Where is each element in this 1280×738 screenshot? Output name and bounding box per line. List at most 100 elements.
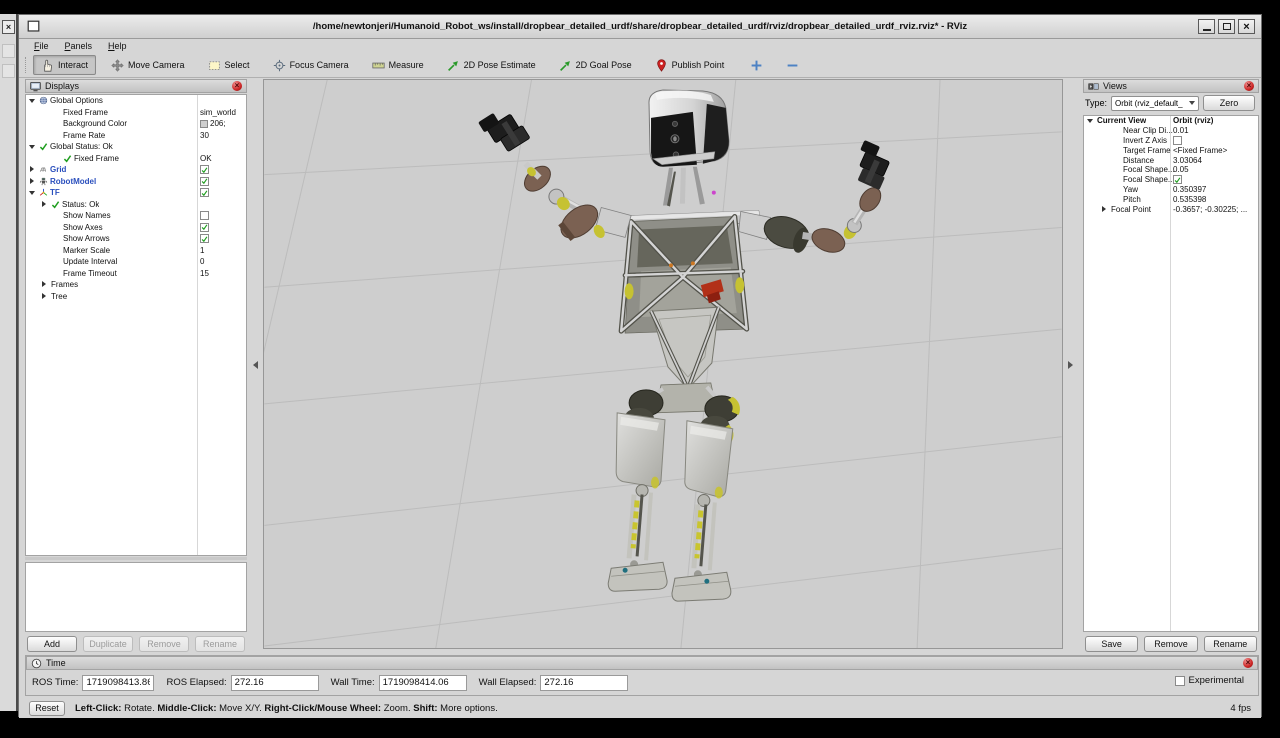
minimize-button[interactable]: [1198, 19, 1215, 34]
ruler-icon: [372, 59, 385, 72]
displays-close-icon[interactable]: ×: [232, 81, 242, 91]
checkbox[interactable]: [200, 177, 209, 186]
robot-icon: [39, 177, 48, 186]
tool-select[interactable]: Select: [200, 55, 258, 75]
close-button[interactable]: ×: [1238, 19, 1255, 34]
tree-row[interactable]: Global Options: [26, 95, 246, 107]
remove-tool-button[interactable]: [781, 55, 804, 75]
time-close-icon[interactable]: ×: [1243, 658, 1253, 668]
tool-move-camera[interactable]: Move Camera: [103, 55, 193, 75]
tree-row[interactable]: RobotModel: [26, 176, 246, 188]
time-field-input[interactable]: [540, 675, 628, 691]
zero-button[interactable]: Zero: [1203, 95, 1255, 111]
tool-2d-goal-pose[interactable]: 2D Goal Pose: [551, 55, 640, 75]
panel-splitter[interactable]: [25, 557, 247, 560]
checkbox[interactable]: [200, 234, 209, 243]
tree-row[interactable]: Frames: [26, 279, 246, 291]
tool-publish-point[interactable]: Publish Point: [647, 55, 733, 75]
menu-file[interactable]: File: [27, 41, 56, 51]
background-close-button[interactable]: ×: [2, 20, 15, 34]
checkbox[interactable]: [200, 211, 209, 220]
tree-row[interactable]: Distance3.03064: [1084, 155, 1258, 165]
tool-2d-pose-estimate[interactable]: 2D Pose Estimate: [439, 55, 544, 75]
add-tool-button[interactable]: [745, 55, 768, 75]
tree-row[interactable]: Update Interval0: [26, 256, 246, 268]
collapse-right-arrow-icon[interactable]: [1068, 361, 1073, 369]
tree-row[interactable]: Frame Timeout15: [26, 268, 246, 280]
view-type-dropdown[interactable]: Orbit (rviz_default_: [1111, 96, 1199, 111]
tree-row[interactable]: Pitch0.535398: [1084, 194, 1258, 204]
tree-row[interactable]: Grid: [26, 164, 246, 176]
views-panel-header[interactable]: Views ×: [1083, 79, 1259, 93]
checkbox[interactable]: [200, 165, 209, 174]
check-icon: [51, 200, 60, 209]
reset-button[interactable]: Reset: [29, 701, 65, 716]
row-value: 1: [200, 245, 244, 257]
time-field-input[interactable]: [379, 675, 467, 691]
remove-button[interactable]: Remove: [1144, 636, 1197, 652]
maximize-button[interactable]: [1218, 19, 1235, 34]
save-button[interactable]: Save: [1085, 636, 1138, 652]
menu-help[interactable]: Help: [101, 41, 134, 51]
tree-row[interactable]: Background Color206;: [26, 118, 246, 130]
tree-row[interactable]: Show Axes: [26, 222, 246, 234]
checkbox[interactable]: [1173, 175, 1182, 184]
views-close-icon[interactable]: ×: [1244, 81, 1254, 91]
tree-row[interactable]: Near Clip Di...0.01: [1084, 126, 1258, 136]
tree-row[interactable]: Marker Scale1: [26, 245, 246, 257]
displays-panel-header[interactable]: Displays ×: [25, 79, 247, 93]
expand-arrow-icon: [40, 280, 49, 289]
toolbar: Interact Move Camera Select Focus Camera Mea…: [19, 53, 1261, 78]
tree-row[interactable]: Fixed FrameOK: [26, 153, 246, 165]
tool-focus-camera[interactable]: Focus Camera: [265, 55, 357, 75]
tree-row[interactable]: Focal Shape...0.05: [1084, 165, 1258, 175]
tree-row[interactable]: Status: Ok: [26, 199, 246, 211]
tree-row[interactable]: Yaw0.350397: [1084, 185, 1258, 195]
experimental-checkbox[interactable]: [1175, 676, 1185, 686]
experimental-label: Experimental: [1189, 675, 1244, 686]
row-label: Show Axes: [63, 223, 103, 232]
tree-row[interactable]: Invert Z Axis: [1084, 136, 1258, 146]
checkbox[interactable]: [200, 223, 209, 232]
collapse-arrow-icon: [1086, 116, 1095, 125]
tree-row[interactable]: Global Status: Ok: [26, 141, 246, 153]
row-label: Invert Z Axis: [1123, 136, 1167, 145]
row-value: [200, 199, 244, 211]
collapse-left-arrow-icon[interactable]: [253, 361, 258, 369]
3d-viewport[interactable]: [263, 79, 1063, 649]
robot-model[interactable]: [478, 90, 896, 601]
views-buttons: Save Remove Rename: [1085, 636, 1257, 652]
check-icon: [201, 235, 208, 243]
time-panel-title: Time: [46, 658, 66, 668]
row-label: Near Clip Di...: [1123, 126, 1173, 135]
tree-row[interactable]: Show Arrows: [26, 233, 246, 245]
displays-tree: Global OptionsFixed Framesim_worldBackgr…: [25, 94, 247, 556]
tree-row[interactable]: Tree: [26, 291, 246, 303]
tree-row[interactable]: Current ViewOrbit (rviz): [1084, 116, 1258, 126]
row-value: [1173, 136, 1256, 146]
tree-row[interactable]: Fixed Framesim_world: [26, 107, 246, 119]
tool-interact[interactable]: Interact: [33, 55, 96, 75]
time-field-input[interactable]: [82, 675, 154, 691]
tree-row[interactable]: TF: [26, 187, 246, 199]
tree-row[interactable]: Show Names: [26, 210, 246, 222]
rename-button[interactable]: Rename: [1204, 636, 1257, 652]
tree-row[interactable]: Frame Rate30: [26, 130, 246, 142]
tree-row[interactable]: Focal Point-0.3657; -0.30225; ...: [1084, 204, 1258, 214]
tool-measure[interactable]: Measure: [364, 55, 432, 75]
row-value: [1173, 175, 1256, 185]
titlebar[interactable]: /home/newtonjeri/Humanoid_Robot_ws/insta…: [19, 15, 1261, 39]
tree-row[interactable]: Target Frame<Fixed Frame>: [1084, 145, 1258, 155]
time-panel-header[interactable]: Time ×: [26, 656, 1258, 670]
views-panel: Views × Type: Orbit (rviz_default_ Zero …: [1083, 79, 1259, 653]
menu-panels[interactable]: Panels: [58, 41, 100, 51]
views-icon: [1088, 81, 1099, 92]
tree-row[interactable]: Focal Shape...: [1084, 175, 1258, 185]
fps-counter: 4 fps: [1230, 703, 1251, 714]
check-icon: [63, 154, 72, 163]
add-button[interactable]: Add: [27, 636, 77, 652]
row-label: Focal Point: [1111, 205, 1151, 214]
time-field-input[interactable]: [231, 675, 319, 691]
checkbox[interactable]: [200, 188, 209, 197]
checkbox[interactable]: [1173, 136, 1182, 145]
